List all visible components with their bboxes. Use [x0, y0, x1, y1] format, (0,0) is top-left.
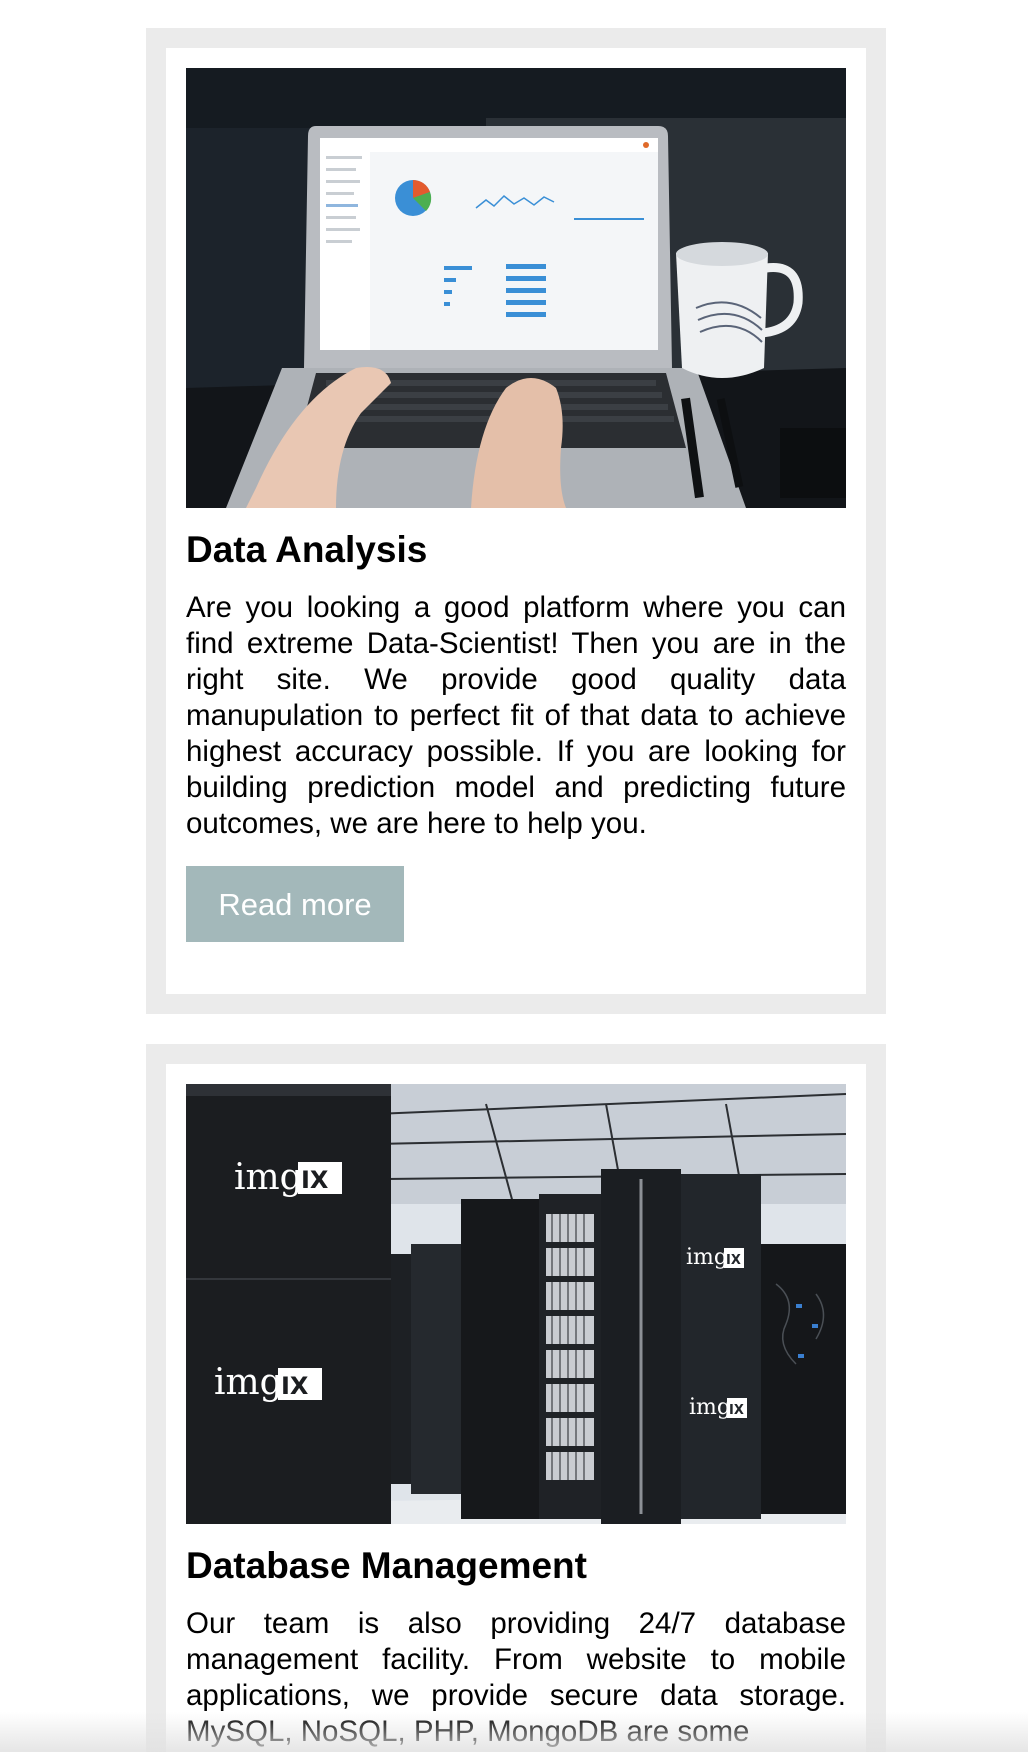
read-more-button[interactable]: Read more	[186, 866, 404, 942]
imgix-logo: img IX	[234, 1157, 342, 1198]
svg-text:img: img	[214, 1362, 283, 1403]
card-title: Database Management	[186, 1545, 587, 1586]
card-content: Data Analysis Are you looking a good pla…	[166, 48, 866, 994]
card-title: Data Analysis	[186, 529, 428, 570]
imgix-logo: img IX	[689, 1395, 747, 1420]
svg-text:img: img	[689, 1395, 731, 1420]
imgix-logo: img IX	[686, 1245, 744, 1270]
service-card-data-analysis: Data Analysis Are you looking a good pla…	[146, 28, 886, 1014]
svg-text:img: img	[686, 1245, 728, 1270]
svg-text:IX: IX	[726, 1253, 741, 1268]
service-card-database-management: img IX img IX img IX img IX Database Man…	[146, 1044, 886, 1752]
server-racks-image: img IX img IX img IX img IX	[186, 1084, 846, 1524]
svg-text:img: img	[234, 1157, 303, 1198]
svg-text:IX: IX	[301, 1166, 329, 1194]
svg-text:IX: IX	[281, 1372, 309, 1400]
page: Data Analysis Are you looking a good pla…	[0, 0, 1028, 1752]
card-description: Our team is also providing 24/7 database…	[186, 1607, 846, 1748]
svg-text:IX: IX	[729, 1403, 744, 1418]
laptop-analytics-image	[186, 68, 846, 508]
card-description: Are you looking a good platform where yo…	[186, 591, 846, 840]
imgix-logo: img IX	[214, 1362, 322, 1403]
card-content: img IX img IX img IX img IX Database Man…	[166, 1064, 866, 1752]
